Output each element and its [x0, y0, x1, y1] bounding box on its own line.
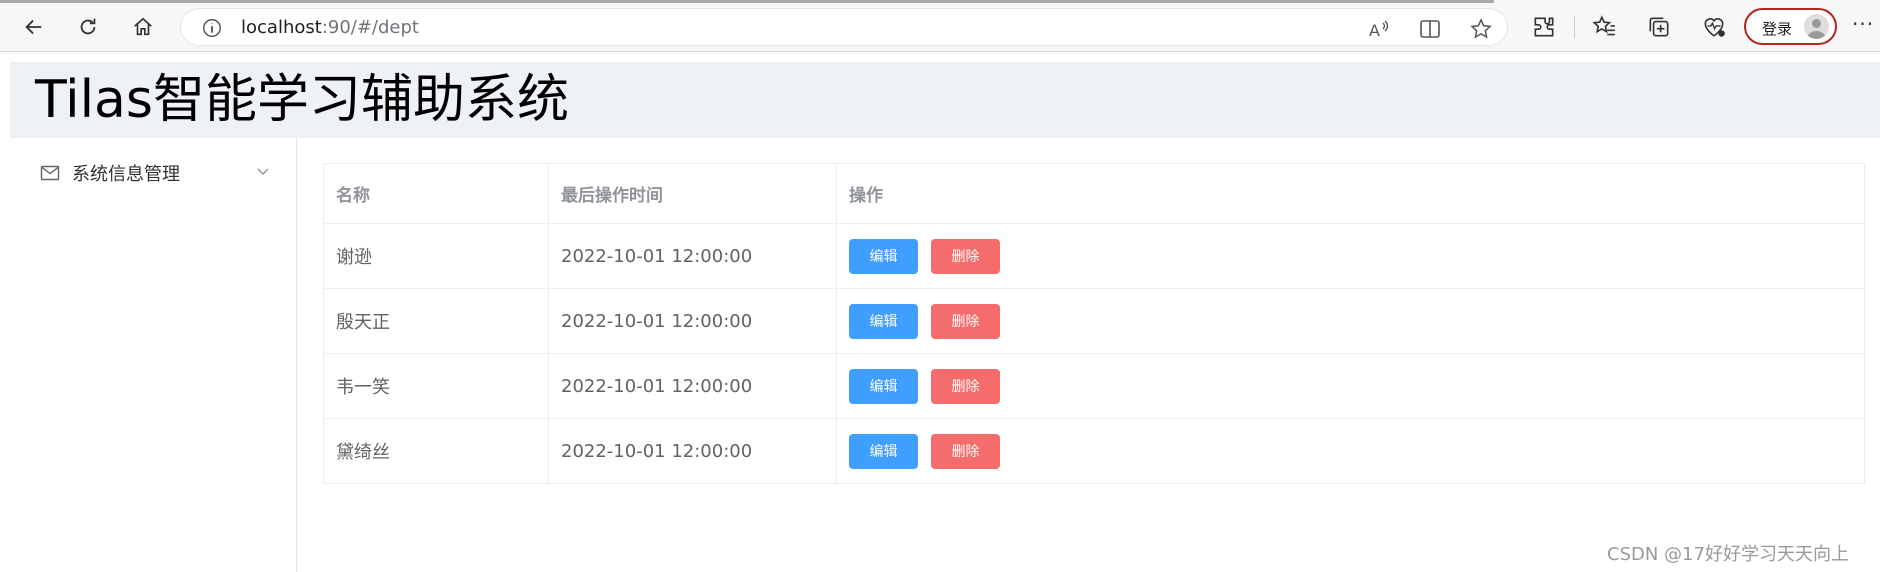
url-host: localhost	[241, 17, 322, 38]
dept-name-cell: 谢逊	[324, 224, 549, 288]
sidebar-item-system-info[interactable]: 系统信息管理	[10, 158, 296, 188]
delete-button[interactable]: 删除	[931, 303, 1000, 339]
table-row: 殷天正 2022-10-01 12:00:00 编辑 删除	[324, 289, 1864, 354]
app-title: Tilas智能学习辅助系统	[35, 70, 570, 130]
update-time-cell: 2022-10-01 12:00:00	[549, 419, 837, 483]
more-menu-icon[interactable]: ···	[1852, 12, 1874, 36]
actions-cell: 编辑 删除	[837, 354, 1866, 418]
sidebar: 系统信息管理	[10, 138, 297, 572]
column-header-actions: 操作	[849, 186, 883, 206]
favorite-star-icon[interactable]	[1469, 17, 1493, 41]
url-path: :90/#/dept	[321, 17, 419, 38]
browser-toolbar: localhost:90/#/dept A 登录 ···	[0, 0, 1880, 52]
actions-cell: 编辑 删除	[837, 419, 1866, 483]
update-time-cell: 2022-10-01 12:00:00	[549, 224, 837, 288]
favorites-icon[interactable]	[1591, 14, 1617, 40]
delete-button[interactable]: 删除	[931, 368, 1000, 404]
edit-button[interactable]: 编辑	[849, 238, 918, 274]
dept-name-cell: 韦一笑	[324, 354, 549, 418]
site-info-icon[interactable]	[201, 17, 223, 39]
read-aloud-icon[interactable]: A	[1367, 17, 1391, 41]
tab-strip-edge	[0, 0, 1494, 3]
mail-icon	[40, 165, 60, 181]
login-label: 登录	[1762, 20, 1793, 38]
address-bar[interactable]: localhost:90/#/dept A	[180, 8, 1508, 46]
column-header-time: 最后操作时间	[549, 164, 837, 223]
url-text[interactable]: localhost:90/#/dept	[241, 17, 419, 39]
delete-button[interactable]: 删除	[931, 238, 1000, 274]
reload-icon	[80, 18, 96, 35]
profile-avatar-icon	[1804, 14, 1829, 39]
edit-button[interactable]: 编辑	[849, 303, 918, 339]
back-button[interactable]	[17, 10, 51, 44]
dept-name-cell: 黛绮丝	[324, 419, 549, 483]
profile-login-button[interactable]: 登录	[1744, 8, 1837, 45]
split-screen-icon[interactable]	[1418, 17, 1442, 41]
dept-table: 名称 最后操作时间 操作 谢逊 2022-10-01 12:00:00 编辑 删…	[323, 163, 1865, 484]
browser-essentials-icon[interactable]	[1701, 14, 1727, 40]
back-arrow-icon	[25, 19, 42, 35]
svg-text:A: A	[1369, 21, 1380, 40]
toolbar-separator	[1574, 16, 1575, 38]
table-row: 黛绮丝 2022-10-01 12:00:00 编辑 删除	[324, 419, 1864, 484]
actions-cell: 编辑 删除	[837, 289, 1866, 353]
edit-button[interactable]: 编辑	[849, 368, 918, 404]
home-icon	[134, 17, 152, 36]
table-header-row: 名称 最后操作时间 操作	[324, 164, 1864, 224]
column-header-name: 名称	[324, 164, 549, 223]
update-time-cell: 2022-10-01 12:00:00	[549, 354, 837, 418]
table-row: 韦一笑 2022-10-01 12:00:00 编辑 删除	[324, 354, 1864, 419]
sidebar-item-label: 系统信息管理	[72, 164, 180, 185]
home-button[interactable]	[126, 10, 160, 44]
update-time-cell: 2022-10-01 12:00:00	[549, 289, 837, 353]
actions-cell: 编辑 删除	[837, 224, 1866, 288]
app-header: Tilas智能学习辅助系统	[10, 62, 1880, 138]
dept-name-cell: 殷天正	[324, 289, 549, 353]
delete-button[interactable]: 删除	[931, 433, 1000, 469]
edit-button[interactable]: 编辑	[849, 433, 918, 469]
collections-icon[interactable]	[1646, 14, 1672, 40]
reload-button[interactable]	[71, 10, 105, 44]
chevron-down-icon	[257, 168, 269, 175]
csdn-watermark: CSDN @17好好学习天天向上	[1607, 544, 1849, 565]
table-row: 谢逊 2022-10-01 12:00:00 编辑 删除	[324, 224, 1864, 289]
extensions-icon[interactable]	[1531, 14, 1557, 40]
